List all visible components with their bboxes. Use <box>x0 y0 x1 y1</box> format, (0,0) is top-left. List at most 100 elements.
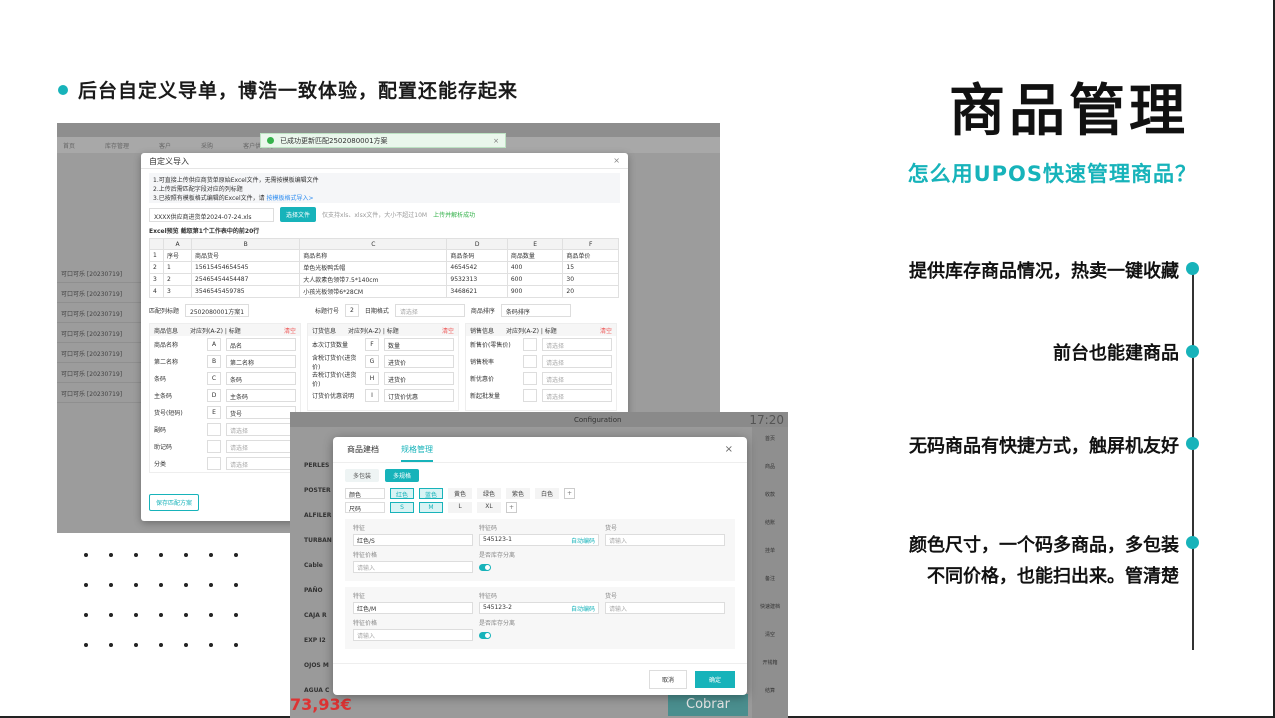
column-key[interactable]: D <box>207 389 221 402</box>
tab[interactable]: 采购 <box>201 141 213 150</box>
clear-link[interactable]: 清空 <box>442 326 454 335</box>
column-key[interactable] <box>207 457 221 470</box>
size-chip[interactable]: M <box>419 502 443 513</box>
list-item[interactable]: 可口可乐 [20230719] <box>57 283 147 303</box>
sidebar-item[interactable]: 商品 <box>752 455 788 483</box>
add-icon[interactable]: + <box>506 502 517 513</box>
clear-link[interactable]: 清空 <box>284 326 296 335</box>
close-icon[interactable]: × <box>613 156 620 165</box>
sidebar-item[interactable]: 开钱箱 <box>752 651 788 679</box>
color-select[interactable]: 颜色 <box>345 488 385 499</box>
sidebar-item[interactable]: 挂单 <box>752 539 788 567</box>
column-key[interactable] <box>207 440 221 453</box>
list-item[interactable]: 可口可乐 [20230719] <box>57 343 147 363</box>
column-key[interactable] <box>523 355 537 368</box>
tab-spec-management[interactable]: 规格管理 <box>401 444 433 462</box>
column-select[interactable]: 请选择 <box>542 355 612 368</box>
spec-price-field[interactable]: 请输入 <box>353 561 473 573</box>
column-key[interactable]: A <box>207 338 221 351</box>
save-scheme-button[interactable]: 保存匹配方案 <box>149 494 200 511</box>
column-select[interactable]: 请选择 <box>226 457 296 470</box>
column-select[interactable]: 请选择 <box>226 423 296 436</box>
stock-separate-toggle[interactable] <box>479 632 491 639</box>
file-name-field[interactable]: XXXX供应商进货单2024-07-24.xls <box>149 207 274 222</box>
column-key[interactable]: C <box>207 372 221 385</box>
column-select[interactable]: 请选择 <box>542 372 612 385</box>
add-icon[interactable]: + <box>564 488 576 499</box>
column-key[interactable]: B <box>207 355 221 368</box>
column-key[interactable] <box>523 389 537 402</box>
column-select[interactable]: 订货价优惠 <box>384 389 454 402</box>
close-icon[interactable]: × <box>725 444 733 455</box>
column-select[interactable]: 第二名称 <box>226 355 296 368</box>
color-chip[interactable]: 绿色 <box>477 488 502 499</box>
column-select[interactable]: 条码 <box>226 372 296 385</box>
config-label[interactable]: Configuration <box>574 416 621 424</box>
sidebar-item[interactable]: 结账 <box>752 511 788 539</box>
column-select[interactable]: 货号 <box>226 406 296 419</box>
item-no-field[interactable]: 请输入 <box>605 534 725 546</box>
spec-code-field[interactable]: 545123-2 自动编码 <box>479 602 599 614</box>
sidebar-item[interactable]: 清空 <box>752 623 788 651</box>
column-select[interactable]: 数量 <box>384 338 454 351</box>
confirm-button[interactable]: 确定 <box>694 671 735 688</box>
column-key[interactable]: H <box>365 372 379 385</box>
column-key[interactable] <box>523 338 537 351</box>
spec-field[interactable]: 红色/S <box>353 534 473 546</box>
clear-link[interactable]: 清空 <box>600 326 612 335</box>
choose-file-button[interactable]: 选择文件 <box>280 207 317 222</box>
spec-price-field[interactable]: 请输入 <box>353 629 473 641</box>
color-chip[interactable]: 蓝色 <box>419 488 444 499</box>
color-chip[interactable]: 红色 <box>390 488 415 499</box>
match-scheme-select[interactable]: 2502080001方案1 <box>185 304 250 317</box>
title-row-input[interactable]: 2 <box>345 304 359 317</box>
sidebar-item[interactable]: 备注 <box>752 567 788 595</box>
stock-separate-toggle[interactable] <box>479 564 491 571</box>
column-select[interactable]: 进货价 <box>384 372 454 385</box>
list-item[interactable]: 可口可乐 [20230719] <box>57 383 147 403</box>
column-key[interactable]: G <box>365 355 379 368</box>
close-icon[interactable]: × <box>493 137 499 145</box>
multi-pack-button[interactable]: 多包装 <box>345 469 380 482</box>
tab-product-create[interactable]: 商品建档 <box>347 444 379 455</box>
column-select[interactable]: 品名 <box>226 338 296 351</box>
template-import-link[interactable]: 按模板格式导入> <box>267 195 314 202</box>
size-select[interactable]: 尺码 <box>345 502 385 513</box>
multi-spec-button[interactable]: 多规格 <box>385 469 420 482</box>
column-select[interactable]: 主条码 <box>226 389 296 402</box>
color-chip[interactable]: 紫色 <box>506 488 531 499</box>
list-item[interactable]: 可口可乐 [20230719] <box>57 323 147 343</box>
column-key[interactable]: F <box>365 338 379 351</box>
list-item[interactable]: 可口可乐 [20230719] <box>57 363 147 383</box>
size-chip[interactable]: L <box>448 502 472 513</box>
color-chip[interactable]: 黄色 <box>448 488 473 499</box>
sort-select[interactable]: 条码排序 <box>500 304 571 317</box>
column-select[interactable]: 请选择 <box>542 338 612 351</box>
sidebar-item[interactable]: 首页 <box>752 427 788 455</box>
column-key[interactable] <box>207 423 221 436</box>
sidebar-item[interactable]: 结算 <box>752 679 788 707</box>
tab[interactable]: 客户 <box>159 141 171 150</box>
size-chip[interactable]: S <box>390 502 414 513</box>
column-key[interactable]: E <box>207 406 221 419</box>
item-no-field[interactable]: 请输入 <box>605 602 725 614</box>
color-chip[interactable]: 白色 <box>535 488 560 499</box>
column-select[interactable]: 请选择 <box>542 389 612 402</box>
size-chip[interactable]: XL <box>477 502 501 513</box>
column-key[interactable]: I <box>365 389 379 402</box>
column-select[interactable]: 请选择 <box>226 440 296 453</box>
column-select[interactable]: 进货价 <box>384 355 454 368</box>
tab[interactable]: 首页 <box>63 141 75 150</box>
cancel-button[interactable]: 取消 <box>648 670 687 689</box>
spec-code-field[interactable]: 545123-1 自动编码 <box>479 534 599 546</box>
spec-field[interactable]: 红色/M <box>353 602 473 614</box>
cobrar-button[interactable]: Cobrar <box>668 694 748 716</box>
list-item[interactable]: 可口可乐 [20230719] <box>57 263 147 283</box>
sidebar-item[interactable]: 收款 <box>752 483 788 511</box>
date-format-select[interactable]: 请选择 <box>394 304 465 317</box>
sidebar-item[interactable]: 快速建档 <box>752 595 788 623</box>
tab[interactable]: 库存管理 <box>105 141 129 150</box>
list-item[interactable]: 可口可乐 [20230719] <box>57 303 147 323</box>
column-key[interactable] <box>523 372 537 385</box>
field-label: 分类 <box>154 461 167 468</box>
